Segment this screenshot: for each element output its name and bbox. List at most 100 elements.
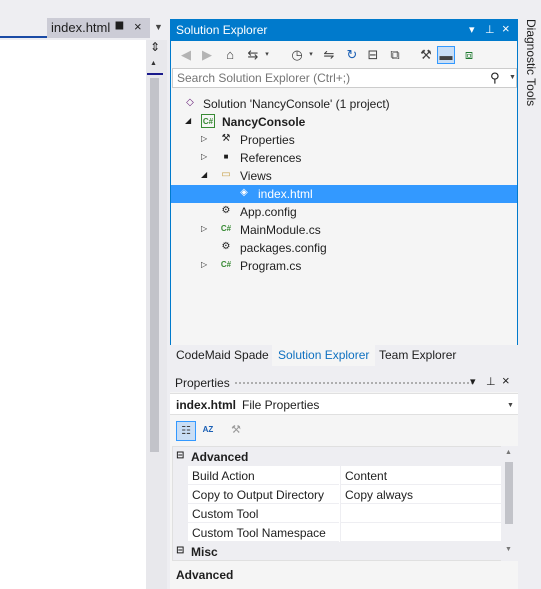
view-class-diagram-icon[interactable]: ⧈ bbox=[460, 46, 478, 64]
property-row-custom-tool[interactable]: Custom Tool bbox=[173, 504, 503, 523]
property-pages-icon[interactable]: ⚒ bbox=[226, 421, 246, 441]
collapse-category-icon[interactable]: ⊟ bbox=[176, 545, 184, 556]
config-file-icon: ⚙ bbox=[221, 205, 231, 216]
config-file-icon: ⚙ bbox=[221, 241, 231, 252]
collapse-arrow-icon[interactable]: ◢ bbox=[201, 170, 207, 179]
search-options-dropdown-icon[interactable]: ▼ bbox=[509, 74, 516, 81]
expand-arrow-icon[interactable]: ▷ bbox=[201, 152, 207, 161]
home-icon[interactable]: ⌂ bbox=[221, 46, 239, 64]
collapse-all-icon[interactable]: ⊟ bbox=[364, 46, 382, 64]
tree-item-label: index.html bbox=[258, 187, 313, 201]
scroll-down-arrow-icon[interactable]: ▼ bbox=[505, 546, 512, 553]
expand-arrow-icon[interactable]: ▷ bbox=[201, 224, 207, 233]
tree-item-app-config[interactable]: ⚙ App.config bbox=[171, 203, 517, 221]
auto-hide-pin-icon[interactable]: ⊥ bbox=[485, 23, 495, 36]
categorized-icon[interactable]: ☷ bbox=[176, 421, 196, 441]
tree-item-index-html[interactable]: ◈ index.html bbox=[171, 185, 517, 203]
tree-item-label: NancyConsole bbox=[222, 115, 306, 129]
collapse-arrow-icon[interactable]: ◢ bbox=[185, 116, 191, 125]
scroll-up-arrow-icon[interactable]: ▲ bbox=[150, 60, 157, 67]
tree-item-mainmodule-cs[interactable]: ▷ C# MainModule.cs bbox=[171, 221, 517, 239]
search-input[interactable] bbox=[173, 69, 483, 87]
row-gutter bbox=[173, 485, 188, 504]
solution-explorer-panel: Solution Explorer ▾ ⊥ × ◀ ▶ ⌂ ⇆ ▾ ◷ ▾ ⇋ … bbox=[170, 19, 518, 366]
solution-explorer-titlebar[interactable]: Solution Explorer ▾ ⊥ × bbox=[171, 20, 517, 41]
object-selector[interactable]: index.html File Properties ▼ bbox=[170, 393, 518, 415]
switch-views-dropdown-icon[interactable]: ▾ bbox=[263, 46, 271, 64]
tree-item-label: MainModule.cs bbox=[240, 223, 321, 237]
tree-item-properties[interactable]: ▷ ⚒ Properties bbox=[171, 131, 517, 149]
solution-explorer-title: Solution Explorer bbox=[176, 23, 268, 37]
close-tab-icon[interactable]: × bbox=[134, 19, 142, 34]
solution-explorer-search-box[interactable]: ⚲ ▼ bbox=[172, 68, 517, 88]
tree-item-views[interactable]: ◢ ▭ Views bbox=[171, 167, 517, 185]
tree-item-label: packages.config bbox=[240, 241, 327, 255]
switch-views-icon[interactable]: ⇆ bbox=[244, 46, 262, 64]
csharp-project-icon: C# bbox=[201, 114, 215, 128]
pending-changes-dropdown-icon[interactable]: ▾ bbox=[307, 46, 315, 64]
property-grid: ⊟ Advanced Build Action Content Copy to … bbox=[172, 446, 504, 561]
preview-selected-items-icon[interactable]: ▬ bbox=[437, 46, 455, 64]
diagnostic-tools-label: Diagnostic Tools bbox=[524, 19, 538, 107]
property-value[interactable] bbox=[340, 523, 503, 542]
tool-window-tab-strip: CodeMaid Spade Solution Explorer Team Ex… bbox=[170, 345, 518, 367]
property-value[interactable]: Copy always bbox=[340, 485, 503, 504]
object-type: File Properties bbox=[242, 398, 320, 412]
editor-scroll-thumb[interactable] bbox=[150, 78, 159, 452]
html-file-icon: ◈ bbox=[240, 187, 248, 198]
tree-item-label: Program.cs bbox=[240, 259, 302, 273]
properties-wrench-icon[interactable]: ⚒ bbox=[417, 46, 435, 64]
sync-with-active-document-icon[interactable]: ⇋ bbox=[320, 46, 338, 64]
pin-tab-icon[interactable]: ⯀ bbox=[115, 21, 124, 34]
drag-grip[interactable] bbox=[234, 381, 474, 385]
property-value[interactable] bbox=[340, 504, 503, 523]
category-row-advanced[interactable]: ⊟ Advanced bbox=[173, 447, 503, 466]
tab-codemaid-spade[interactable]: CodeMaid Spade bbox=[170, 345, 275, 366]
expand-arrow-icon[interactable]: ▷ bbox=[201, 134, 207, 143]
category-row-misc[interactable]: ⊟ Misc bbox=[173, 542, 503, 560]
tree-item-solution[interactable]: ◇ Solution 'NancyConsole' (1 project) bbox=[171, 95, 517, 113]
tree-item-program-cs[interactable]: ▷ C# Program.cs bbox=[171, 257, 517, 275]
tree-item-label: Views bbox=[240, 169, 272, 183]
property-row-custom-tool-namespace[interactable]: Custom Tool Namespace bbox=[173, 523, 503, 542]
refresh-icon[interactable]: ↻ bbox=[343, 46, 361, 64]
folder-open-icon: ▭ bbox=[221, 169, 231, 180]
alphabetical-sort-icon[interactable]: AZ bbox=[198, 421, 218, 441]
close-panel-icon[interactable]: × bbox=[502, 21, 510, 36]
auto-hide-pin-icon[interactable]: ⊥ bbox=[486, 375, 496, 388]
tab-team-explorer[interactable]: Team Explorer bbox=[373, 345, 462, 366]
editor-tab-index-html[interactable]: index.html ⯀ × bbox=[47, 18, 150, 38]
tree-item-packages-config[interactable]: ⚙ packages.config bbox=[171, 239, 517, 257]
close-panel-icon[interactable]: × bbox=[502, 373, 510, 388]
code-editor-surface[interactable] bbox=[0, 40, 146, 589]
pending-changes-filter-icon[interactable]: ◷ bbox=[288, 46, 306, 64]
property-value[interactable]: Content bbox=[340, 466, 503, 485]
split-window-icon[interactable]: ⇕ bbox=[148, 41, 162, 55]
collapse-category-icon[interactable]: ⊟ bbox=[176, 450, 184, 461]
window-position-dropdown-icon[interactable]: ▾ bbox=[470, 375, 476, 388]
expand-arrow-icon[interactable]: ▷ bbox=[201, 260, 207, 269]
diagnostic-tools-side-tab[interactable]: Diagnostic Tools bbox=[521, 19, 541, 109]
chevron-down-icon[interactable]: ▼ bbox=[507, 402, 514, 409]
properties-toolbar: ☷ AZ ⚒ bbox=[170, 416, 518, 444]
property-row-build-action[interactable]: Build Action Content bbox=[173, 466, 503, 485]
tab-solution-explorer[interactable]: Solution Explorer bbox=[272, 345, 376, 366]
window-position-dropdown-icon[interactable]: ▾ bbox=[469, 23, 475, 36]
show-all-files-icon[interactable]: ⧉ bbox=[386, 46, 404, 64]
forward-icon[interactable]: ▶ bbox=[198, 46, 216, 64]
tree-item-references[interactable]: ▷ ■ References bbox=[171, 149, 517, 167]
row-gutter bbox=[173, 466, 188, 485]
row-gutter bbox=[173, 504, 188, 523]
solution-icon: ◇ bbox=[186, 97, 194, 108]
property-row-copy-to-output[interactable]: Copy to Output Directory Copy always bbox=[173, 485, 503, 504]
search-icon[interactable]: ⚲ bbox=[490, 70, 500, 86]
property-grid-scrollbar[interactable]: ▲ ▼ bbox=[501, 446, 518, 561]
property-grid-scroll-thumb[interactable] bbox=[505, 462, 513, 524]
tree-item-label: App.config bbox=[240, 205, 297, 219]
properties-titlebar[interactable]: Properties ▾ ⊥ × bbox=[170, 370, 518, 392]
tab-list-dropdown-icon[interactable]: ▼ bbox=[154, 22, 163, 32]
back-icon[interactable]: ◀ bbox=[177, 46, 195, 64]
tree-item-label: Solution 'NancyConsole' (1 project) bbox=[203, 97, 390, 111]
tree-item-project[interactable]: ◢ C# NancyConsole bbox=[171, 113, 517, 131]
scroll-up-arrow-icon[interactable]: ▲ bbox=[505, 449, 512, 456]
